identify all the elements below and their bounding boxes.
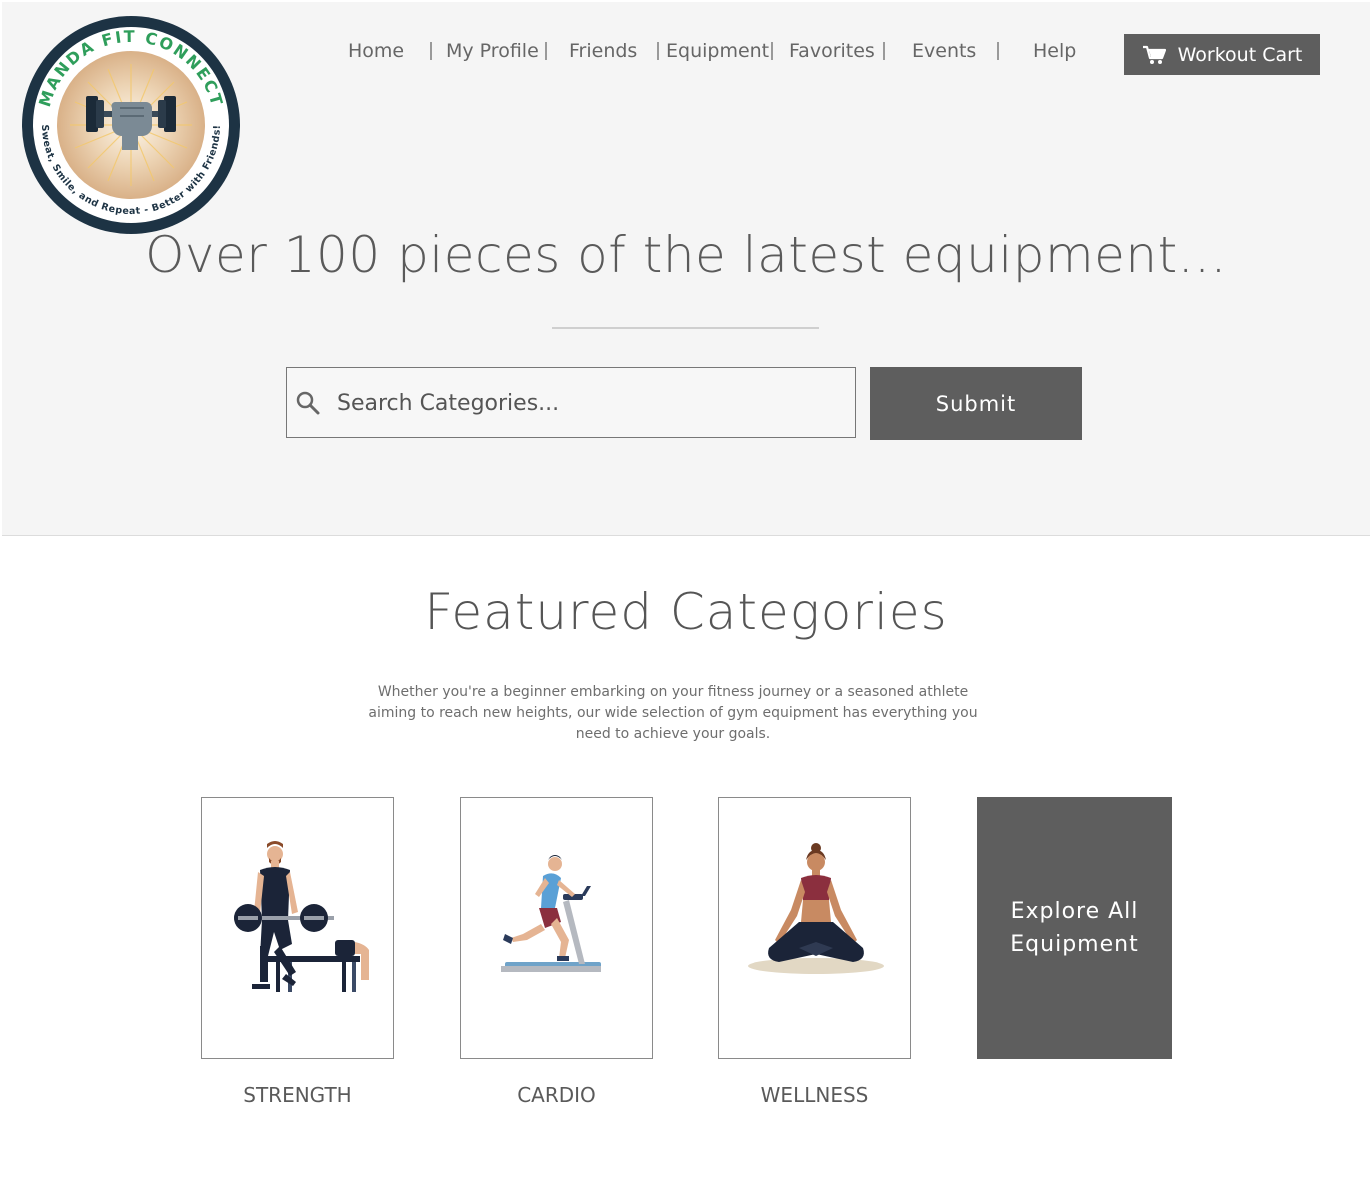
category-card-cardio[interactable] [460, 797, 653, 1059]
workout-cart-label: Workout Cart [1177, 43, 1303, 66]
category-card-strength[interactable] [201, 797, 394, 1059]
nav-separator [883, 42, 885, 60]
nav-separator [771, 42, 773, 60]
category-label-cardio[interactable]: CARDIO [460, 1083, 653, 1107]
treadmill-runner-icon [501, 855, 601, 972]
cart-icon [1142, 45, 1166, 64]
nav-separator [430, 42, 432, 60]
barbell-lifter-icon [234, 841, 369, 992]
explore-all-equipment-button[interactable]: Explore All Equipment [977, 797, 1172, 1059]
search-icon[interactable] [295, 390, 321, 416]
hero-title: Over 100 pieces of the latest equipment.… [145, 226, 1227, 284]
nav-events[interactable]: Events [912, 38, 976, 64]
featured-categories-description: Whether you're a beginner embarking on y… [368, 684, 978, 742]
search-box [286, 367, 856, 439]
nav-separator [997, 42, 999, 60]
nav-home[interactable]: Home [348, 38, 404, 64]
hero-divider [552, 327, 819, 329]
nav-separator [545, 42, 547, 60]
nav-help[interactable]: Help [1033, 38, 1076, 64]
search-categories-input[interactable] [335, 368, 849, 439]
explore-all-equipment-label: Explore All Equipment [1010, 899, 1139, 957]
nav-friends[interactable]: Friends [569, 38, 637, 64]
nav-equipment[interactable]: Equipment [666, 38, 769, 64]
category-card-wellness[interactable] [718, 797, 911, 1059]
nav-favorites[interactable]: Favorites [789, 38, 875, 64]
nav-my-profile[interactable]: My Profile [446, 38, 539, 64]
category-label-wellness[interactable]: WELLNESS [718, 1083, 911, 1107]
workout-cart-button[interactable]: Workout Cart [1124, 34, 1320, 75]
submit-button[interactable]: Submit [870, 367, 1082, 440]
yoga-meditation-icon [748, 843, 884, 974]
category-label-strength[interactable]: STRENGTH [201, 1083, 394, 1107]
nav-separator [657, 42, 659, 60]
featured-categories-title: Featured Categories [424, 583, 948, 641]
